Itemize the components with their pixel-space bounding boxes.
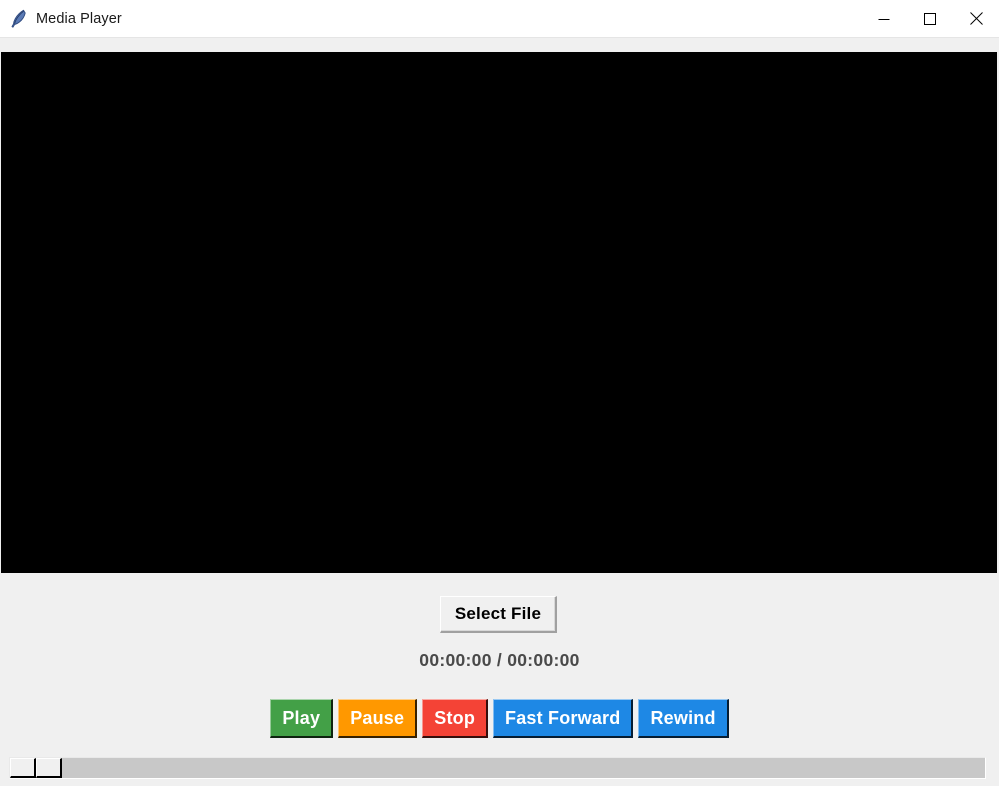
window-controls [861, 0, 999, 37]
close-button[interactable] [953, 0, 999, 37]
maximize-icon [924, 12, 936, 25]
close-icon [969, 12, 983, 25]
play-button[interactable]: Play [270, 699, 334, 738]
fast-forward-button[interactable]: Fast Forward [493, 699, 634, 738]
video-display-area[interactable] [1, 52, 997, 573]
minimize-icon [878, 18, 890, 20]
playback-button-row: Play Pause Stop Fast Forward Rewind [0, 699, 999, 738]
seek-scrollbar-thumb[interactable] [10, 758, 62, 778]
seek-scrollbar-trough[interactable] [9, 757, 986, 779]
media-player-window: Media Player Select File 00:00:00 / 00:0… [0, 0, 999, 786]
pause-button[interactable]: Pause [338, 699, 418, 738]
minimize-button[interactable] [861, 0, 907, 37]
seek-thumb-right-segment [36, 758, 62, 778]
maximize-button[interactable] [907, 0, 953, 37]
time-display: 00:00:00 / 00:00:00 [419, 650, 580, 670]
window-title: Media Player [36, 10, 122, 27]
seek-thumb-left-segment [10, 758, 36, 778]
title-bar: Media Player [0, 0, 999, 38]
stop-button[interactable]: Stop [422, 699, 489, 738]
feather-icon [11, 9, 26, 28]
select-file-button[interactable]: Select File [440, 596, 557, 633]
rewind-button[interactable]: Rewind [638, 699, 729, 738]
